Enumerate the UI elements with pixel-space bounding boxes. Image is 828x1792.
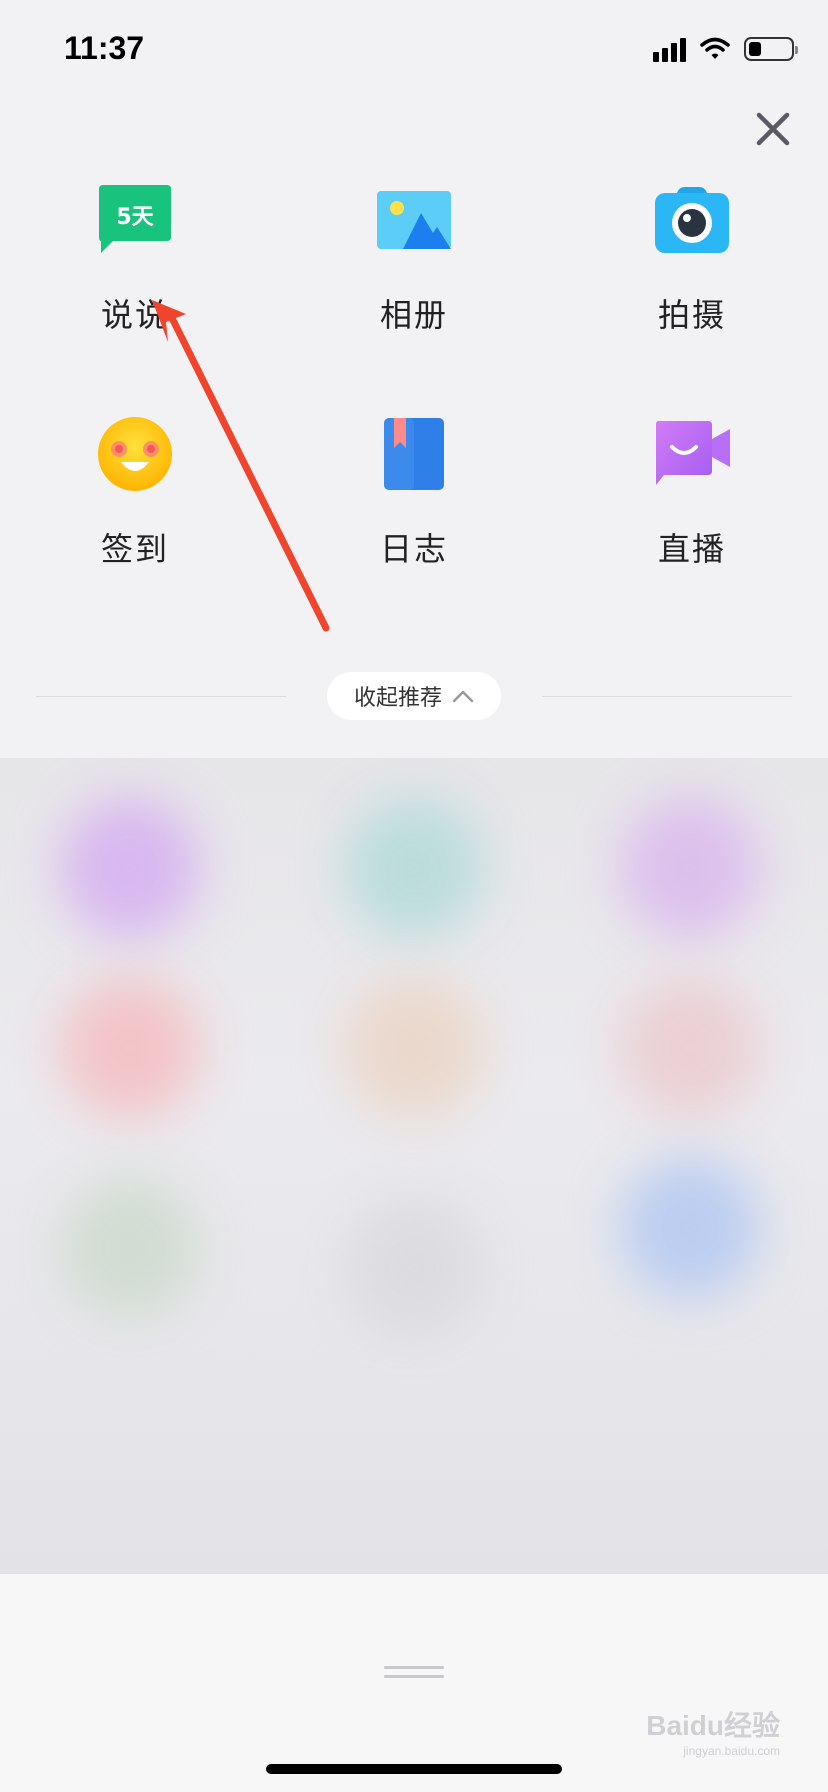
divider-line-left: [36, 696, 286, 697]
blurred-recommendations: [0, 758, 828, 1574]
tile-shuoshuo[interactable]: 5天 说说: [35, 180, 235, 380]
cellular-signal-icon: [653, 36, 686, 62]
tile-live[interactable]: 直播: [592, 414, 792, 614]
close-icon: [756, 112, 790, 146]
blurred-item: [620, 798, 760, 938]
shuoshuo-badge: 5天: [116, 205, 154, 230]
drag-handle[interactable]: [384, 1666, 444, 1678]
status-time: 11:37: [64, 30, 145, 66]
bottom-sheet: [0, 1574, 828, 1792]
wifi-icon: [700, 37, 730, 59]
camera-icon: [652, 180, 732, 260]
tile-label-shuoshuo: 说说: [100, 296, 169, 334]
blurred-item: [60, 978, 200, 1118]
collapse-recommend-label: 收起推荐: [353, 686, 442, 711]
home-indicator: [266, 1764, 562, 1774]
blurred-item: [344, 798, 484, 938]
recommend-divider: 收起推荐: [36, 672, 792, 722]
status-icons: [653, 34, 798, 64]
checkin-smiley-icon: [95, 414, 175, 494]
divider-line-right: [542, 696, 792, 697]
tile-album[interactable]: 相册: [314, 180, 514, 380]
blurred-item: [620, 1158, 760, 1298]
battery-icon: [744, 37, 798, 61]
shuoshuo-icon: 5天: [95, 180, 175, 260]
close-button[interactable]: [748, 104, 798, 154]
diary-icon: [374, 414, 454, 494]
tile-checkin[interactable]: 签到: [35, 414, 235, 614]
album-icon: [374, 180, 454, 260]
tile-diary[interactable]: 日志: [314, 414, 514, 614]
live-video-icon: [652, 414, 732, 494]
tile-label-diary: 日志: [379, 530, 448, 568]
blurred-item: [344, 978, 484, 1118]
tile-capture[interactable]: 拍摄: [592, 180, 792, 380]
status-bar: 11:37: [0, 0, 828, 100]
blurred-item: [60, 798, 200, 938]
tile-label-album: 相册: [379, 296, 448, 334]
tile-label-live: 直播: [657, 530, 726, 568]
blurred-item: [344, 1198, 484, 1338]
collapse-recommend-button[interactable]: 收起推荐: [327, 672, 501, 720]
tile-label-checkin: 签到: [100, 530, 169, 568]
chevron-up-icon: [452, 690, 474, 703]
blurred-item: [620, 978, 760, 1118]
tile-label-capture: 拍摄: [657, 296, 726, 334]
watermark: Baidu经验 jingyan.baidu.com: [646, 1710, 780, 1758]
blurred-item: [60, 1178, 200, 1318]
